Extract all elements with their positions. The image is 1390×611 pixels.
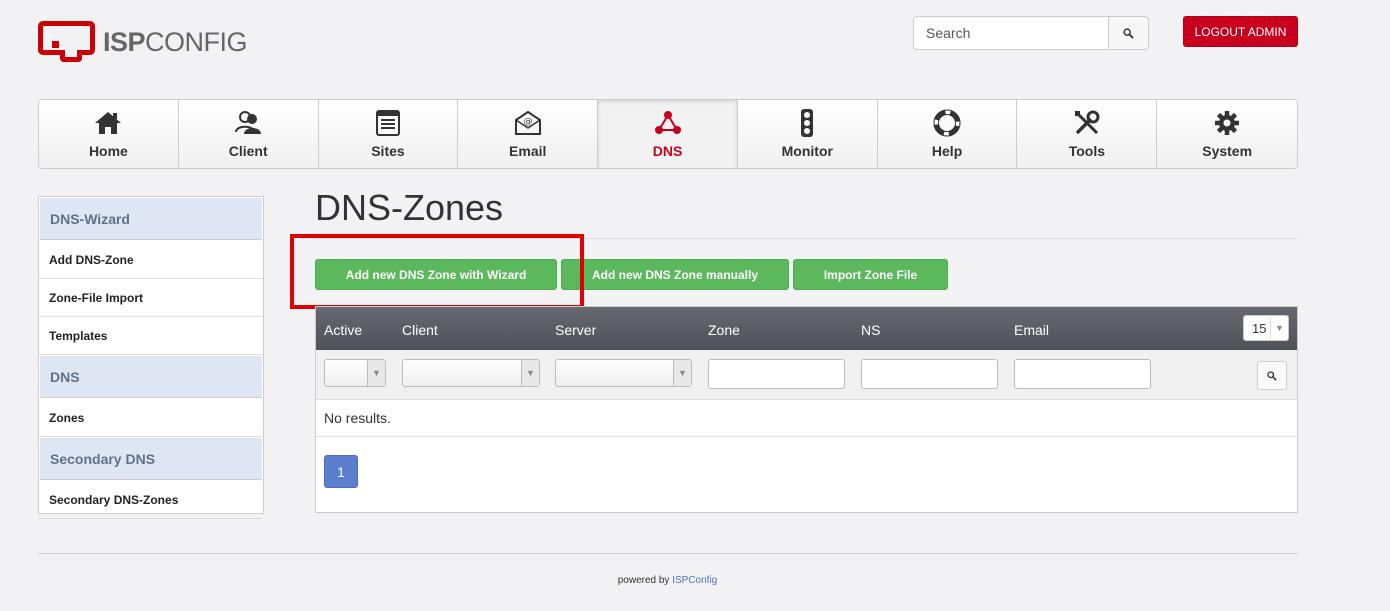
sidebar-item-zones[interactable]: Zones <box>39 399 263 437</box>
nav-label: Home <box>88 143 128 159</box>
top-navigation: Home Client Sites @ Email DNS Monitor He… <box>38 99 1298 169</box>
sites-icon <box>373 108 403 138</box>
footer-text: powered by <box>617 575 670 586</box>
footer-divider <box>38 553 1298 554</box>
filter-search-button[interactable] <box>1257 361 1287 390</box>
search-icon <box>1123 27 1134 39</box>
search-box <box>913 16 1149 50</box>
nav-label: Help <box>931 143 963 159</box>
highlight-box <box>290 234 584 309</box>
sidebar: DNS-Wizard Add DNS-Zone Zone-File Import… <box>38 196 264 519</box>
logo-text: ISPCONFIG <box>103 26 248 57</box>
logo-mark-icon <box>38 21 96 63</box>
nav-system[interactable]: System <box>1157 100 1297 168</box>
zones-table: Active Client Server Zone NS Email 15 ▼ … <box>315 306 1298 513</box>
sidebar-item-zone-file-import[interactable]: Zone-File Import <box>39 279 263 317</box>
nav-email[interactable]: @ Email <box>458 100 599 168</box>
sidebar-item-add-dns-zone[interactable]: Add DNS-Zone <box>39 241 263 279</box>
nav-help[interactable]: Help <box>877 100 1018 168</box>
nav-label: Sites <box>371 143 405 159</box>
search-button[interactable] <box>1109 16 1149 50</box>
filter-row: ▼ ▼ ▼ <box>316 350 1297 400</box>
page-title: DNS-Zones <box>315 187 504 228</box>
email-icon: @ <box>513 108 543 138</box>
nav-dns[interactable]: DNS <box>598 100 738 168</box>
column-header-zone[interactable]: Zone <box>708 322 740 338</box>
monitor-icon <box>792 108 822 138</box>
nav-label: Client <box>228 143 268 159</box>
no-results-text: No results. <box>316 400 1297 437</box>
pagination-page-1[interactable]: 1 <box>324 455 358 488</box>
filter-server-select[interactable]: ▼ <box>555 359 692 387</box>
nav-label: Email <box>509 143 547 159</box>
search-input[interactable] <box>913 16 1109 50</box>
column-header-email[interactable]: Email <box>1014 322 1049 338</box>
filter-active-select[interactable]: ▼ <box>324 359 386 387</box>
nav-tools[interactable]: Tools <box>1017 100 1158 168</box>
sidebar-heading-dns: DNS <box>40 356 262 398</box>
chevron-down-icon: ▼ <box>521 360 539 386</box>
footer-ispconfig-link[interactable]: ISPConfig <box>672 575 717 586</box>
nav-label: Tools <box>1068 143 1105 159</box>
chevron-down-icon: ▼ <box>367 360 385 386</box>
svg-text:@: @ <box>523 117 532 127</box>
footer: powered by ISPConfig <box>0 575 1335 586</box>
help-icon <box>932 108 962 138</box>
nav-label: Monitor <box>781 143 833 159</box>
add-dns-zone-manually-button[interactable]: Add new DNS Zone manually <box>561 259 789 290</box>
import-zone-file-button[interactable]: Import Zone File <box>793 259 948 290</box>
nav-monitor[interactable]: Monitor <box>737 100 878 168</box>
home-icon <box>93 108 123 138</box>
column-header-client[interactable]: Client <box>402 322 438 338</box>
nav-sites[interactable]: Sites <box>318 100 459 168</box>
logout-button[interactable]: LOGOUT ADMIN <box>1183 16 1298 47</box>
nav-client[interactable]: Client <box>178 100 319 168</box>
filter-email-input[interactable] <box>1014 359 1151 389</box>
client-icon <box>233 108 263 138</box>
chevron-down-icon: ▼ <box>673 360 691 386</box>
per-page-select[interactable]: 15 ▼ <box>1243 315 1289 341</box>
sidebar-heading-secondary-dns: Secondary DNS <box>40 438 262 480</box>
column-header-active[interactable]: Active <box>324 322 362 338</box>
dns-icon <box>653 108 683 138</box>
filter-zone-input[interactable] <box>708 359 845 389</box>
filter-client-select[interactable]: ▼ <box>402 359 540 387</box>
nav-home[interactable]: Home <box>39 100 179 168</box>
per-page-value: 15 <box>1252 320 1267 336</box>
sidebar-item-templates[interactable]: Templates <box>39 317 263 355</box>
nav-label: System <box>1202 143 1253 159</box>
sidebar-heading-dns-wizard: DNS-Wizard <box>40 198 262 240</box>
column-header-server[interactable]: Server <box>555 322 596 338</box>
system-icon <box>1212 108 1242 138</box>
table-header: Active Client Server Zone NS Email 15 ▼ <box>316 307 1297 350</box>
chevron-down-icon: ▼ <box>1270 316 1288 340</box>
column-header-ns[interactable]: NS <box>861 322 880 338</box>
ispconfig-logo[interactable]: ISPCONFIG <box>38 21 248 63</box>
search-icon <box>1267 370 1277 381</box>
nav-label: DNS <box>652 143 683 159</box>
tools-icon <box>1072 108 1102 138</box>
sidebar-item-secondary-dns-zones[interactable]: Secondary DNS-Zones <box>39 481 263 519</box>
filter-ns-input[interactable] <box>861 359 998 389</box>
